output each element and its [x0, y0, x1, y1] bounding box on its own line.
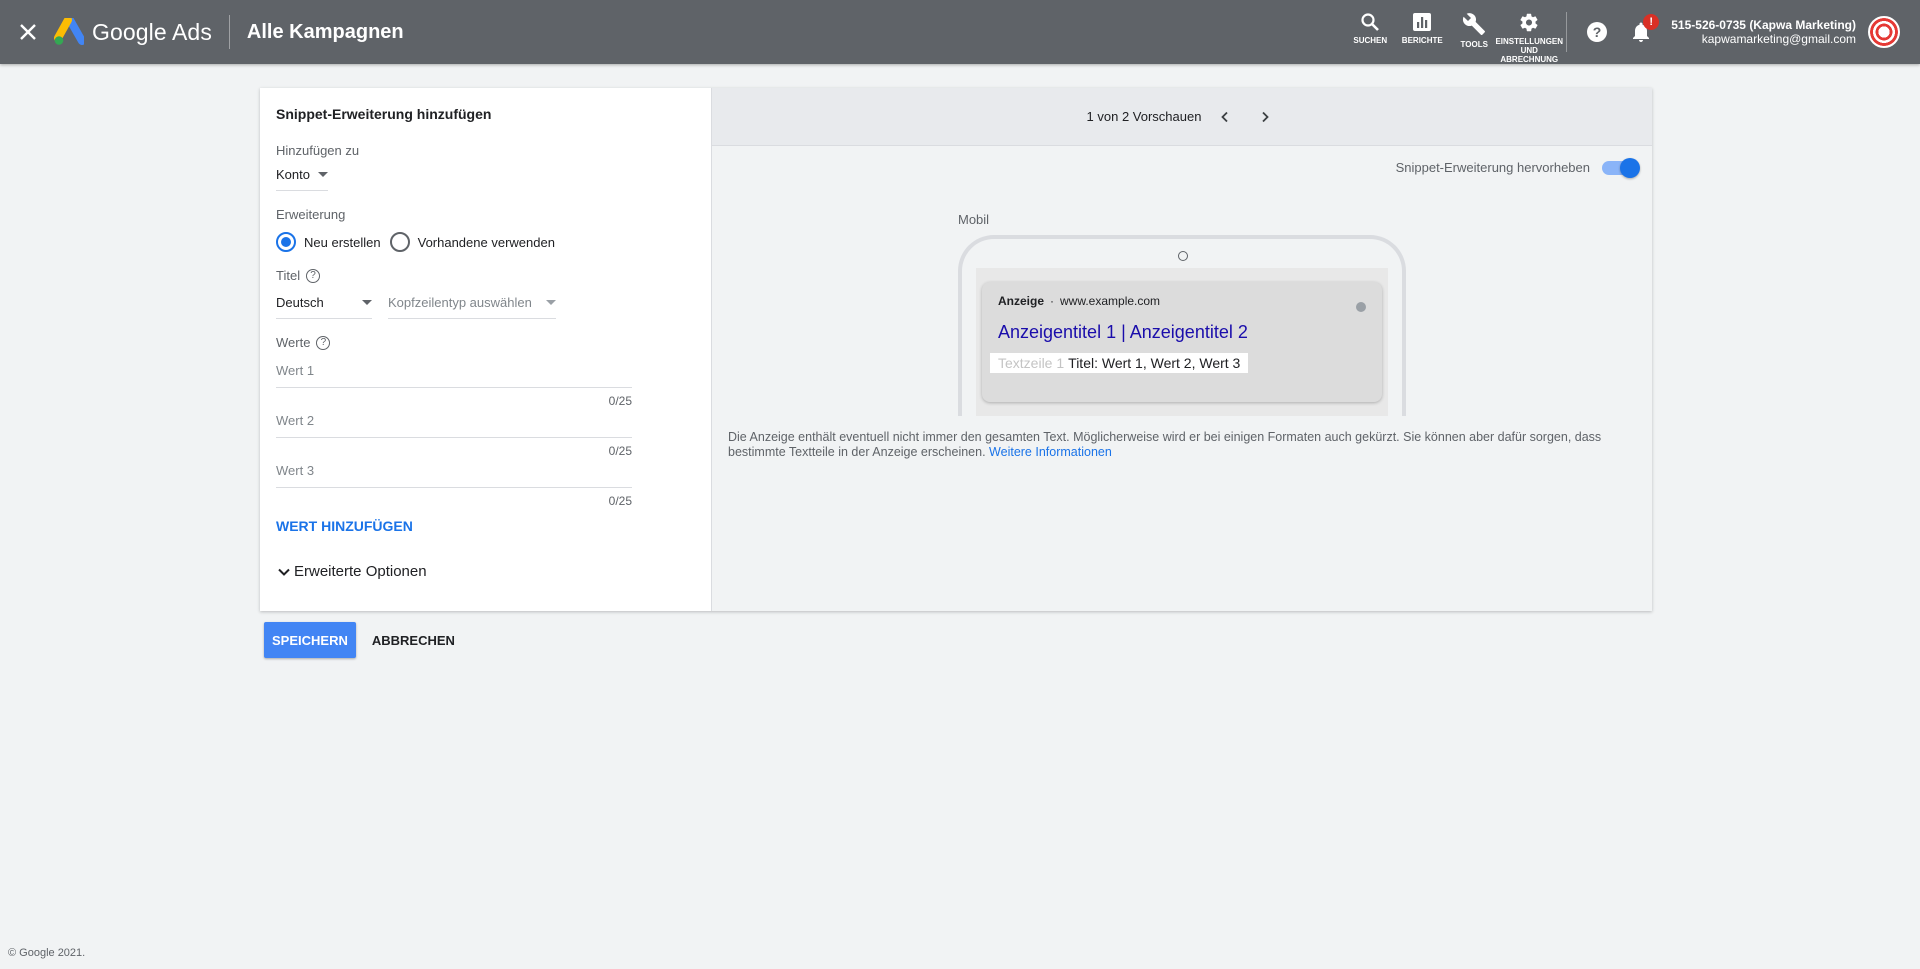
- add-to-label: Hinzufügen zu: [276, 143, 360, 158]
- ad-separator: ·: [1050, 294, 1055, 308]
- next-preview-button[interactable]: [1253, 105, 1277, 129]
- chevron-right-icon: [1262, 111, 1270, 122]
- language-value: Deutsch: [276, 295, 324, 310]
- form-heading: Snippet-Erweiterung hinzufügen: [276, 106, 492, 122]
- advanced-options-label: Erweiterte Optionen: [294, 563, 427, 580]
- phone-camera: [1178, 251, 1188, 261]
- header-type-dropdown[interactable]: Kopfzeilentyp auswählen: [388, 295, 556, 319]
- ad-header: Anzeige · www.example.com: [998, 294, 1366, 308]
- preview-pager: 1 von 2 Vorschauen: [712, 88, 1652, 146]
- highlight-toggle-row: Snippet-Erweiterung hervorheben: [1395, 157, 1640, 178]
- header-type-placeholder: Kopfzeilentyp auswählen: [388, 295, 532, 310]
- notifications-button[interactable]: !: [1619, 0, 1663, 64]
- save-button[interactable]: SPEICHERN: [264, 622, 356, 658]
- preview-panel: 1 von 2 Vorschauen Snippet-Erweiterung h…: [712, 88, 1652, 611]
- form-actions: SPEICHERN ABBRECHEN: [264, 622, 455, 658]
- value-field-3: Wert 3 0/25: [276, 463, 695, 508]
- search-icon: [1361, 13, 1380, 31]
- account-email: kapwamarketing@gmail.com: [1701, 32, 1856, 46]
- logo-text: Google Ads: [92, 18, 212, 45]
- help-icon[interactable]: ?: [316, 335, 331, 350]
- tools-label: TOOLS: [1460, 40, 1488, 49]
- ad-menu-icon: [1356, 302, 1366, 312]
- title-label: Titel: [276, 268, 301, 283]
- chevron-down-icon: [546, 300, 556, 305]
- account-name: 515-526-0735 (Kapwa Marketing): [1671, 18, 1856, 32]
- highlight-toggle[interactable]: [1602, 157, 1640, 178]
- values-label: Werte: [276, 335, 311, 350]
- radio-new[interactable]: [276, 232, 296, 252]
- device-label: Mobil: [958, 212, 990, 227]
- chevron-left-icon: [1221, 111, 1229, 122]
- value-counter-3: 0/25: [608, 494, 632, 508]
- cancel-button[interactable]: ABBRECHEN: [372, 633, 455, 648]
- reports-button[interactable]: BERICHTE: [1396, 0, 1448, 64]
- chevron-down-icon: [317, 172, 328, 177]
- value-field-2: Wert 2 0/25: [276, 413, 695, 458]
- google-ads-logo[interactable]: Google Ads: [54, 18, 212, 46]
- value-counter-2: 0/25: [608, 444, 632, 458]
- top-app-bar: Google Ads Alle Kampagnen SUCHEN BERICHT…: [0, 0, 1920, 64]
- value-input-1[interactable]: Wert 1: [276, 363, 632, 388]
- chevron-down-icon: [278, 568, 290, 576]
- radio-new-label[interactable]: Neu erstellen: [304, 235, 381, 250]
- reports-icon: [1413, 13, 1432, 31]
- highlight-toggle-label: Snippet-Erweiterung hervorheben: [1395, 160, 1590, 175]
- value-input-2[interactable]: Wert 2: [276, 413, 632, 438]
- radio-existing[interactable]: [389, 232, 410, 252]
- ad-label: Anzeige: [998, 294, 1045, 308]
- tools-button[interactable]: TOOLS: [1448, 0, 1500, 64]
- values-label-row: Werte ?: [276, 335, 695, 350]
- help-icon[interactable]: ?: [306, 268, 321, 283]
- search-label: SUCHEN: [1353, 36, 1388, 45]
- snippet-extension-card: Snippet-Erweiterung hinzufügen Hinzufüge…: [260, 88, 1652, 611]
- footer-copyright: © Google 2021.: [8, 947, 86, 959]
- add-to-value: Konto: [276, 167, 310, 182]
- avatar[interactable]: [1868, 16, 1900, 48]
- title-label-row: Titel ?: [276, 268, 695, 283]
- previous-preview-button[interactable]: [1213, 105, 1237, 129]
- phone-frame: Anzeige · www.example.com Anzeigentitel …: [958, 235, 1406, 416]
- chevron-down-icon: [362, 300, 372, 305]
- ad-title: Anzeigentitel 1 | Anzeigentitel 2: [998, 322, 1248, 342]
- ad-preview: Anzeige · www.example.com Anzeigentitel …: [982, 282, 1382, 402]
- snippet-form-panel: Snippet-Erweiterung hinzufügen Hinzufüge…: [260, 88, 712, 611]
- help-button[interactable]: ?: [1575, 0, 1619, 64]
- add-value-link[interactable]: WERT HINZUFÜGEN: [276, 518, 695, 534]
- page-title: Alle Kampagnen: [246, 20, 404, 43]
- header-divider: [228, 15, 230, 49]
- google-ads-logo-icon: [54, 18, 84, 45]
- close-icon[interactable]: [16, 20, 40, 44]
- value-field-1: Wert 1 0/25: [276, 363, 695, 408]
- extension-label: Erweiterung: [276, 207, 346, 222]
- value-input-3[interactable]: Wert 3: [276, 463, 632, 488]
- settings-billing-label: EINSTELLUNGEN UND ABRECHNUNG: [1495, 37, 1564, 64]
- more-info-link[interactable]: Weitere Informationen: [989, 445, 1112, 459]
- notification-badge: !: [1643, 14, 1660, 30]
- header-actions-divider: [1566, 12, 1568, 52]
- account-info[interactable]: 515-526-0735 (Kapwa Marketing) kapwamark…: [1671, 18, 1856, 46]
- disclaimer-text: Die Anzeige enthält eventuell nicht imme…: [728, 430, 1602, 459]
- extension-radio-group: Neu erstellen Vorhandene verwenden: [276, 232, 695, 252]
- settings-billing-button[interactable]: EINSTELLUNGEN UND ABRECHNUNG: [1495, 0, 1563, 64]
- search-button[interactable]: SUCHEN: [1344, 0, 1396, 64]
- help-icon: ?: [1587, 22, 1608, 42]
- header-actions: SUCHEN BERICHTE TOOLS EINSTELLUNGEN UND …: [1344, 0, 1920, 64]
- preview-disclaimer: Die Anzeige enthält eventuell nicht imme…: [728, 430, 1638, 460]
- radio-existing-label[interactable]: Vorhandene verwenden: [418, 235, 555, 250]
- language-dropdown[interactable]: Deutsch: [276, 295, 372, 319]
- add-to-dropdown[interactable]: Konto: [276, 167, 328, 191]
- advanced-options-toggle[interactable]: Erweiterte Optionen: [276, 563, 695, 580]
- ad-snippet: Textzeile 1 Titel: Wert 1, Wert 2, Wert 3: [990, 353, 1249, 373]
- preview-pager-text: 1 von 2 Vorschauen: [1086, 109, 1202, 124]
- gear-icon: [1520, 13, 1538, 32]
- value-counter-1: 0/25: [608, 394, 632, 408]
- reports-label: BERICHTE: [1401, 36, 1443, 45]
- svg-text:?: ?: [1593, 24, 1602, 40]
- phone-screen: Anzeige · www.example.com Anzeigentitel …: [976, 268, 1388, 416]
- ad-snippet-text: Titel: Wert 1, Wert 2, Wert 3: [1068, 355, 1241, 371]
- ad-snippet-ghost: Textzeile 1: [998, 355, 1065, 371]
- wrench-icon: [1463, 13, 1486, 35]
- ad-url: www.example.com: [1060, 294, 1161, 308]
